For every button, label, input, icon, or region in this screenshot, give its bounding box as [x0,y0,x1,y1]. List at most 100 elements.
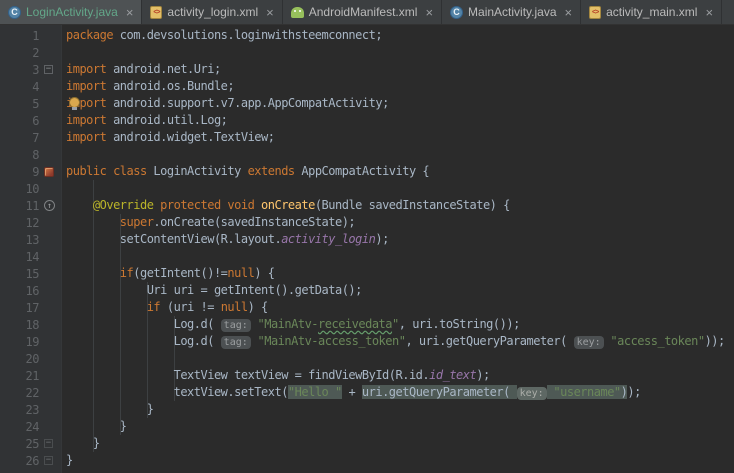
tab-close-icon[interactable]: × [565,6,573,19]
line-number[interactable]: 18 [0,318,44,332]
line-number[interactable]: 13 [0,233,44,247]
code-line-13[interactable]: setContentView(R.layout.activity_login); [66,231,734,248]
code-token: setContentView(R.layout. [66,232,282,246]
tab-close-icon[interactable]: × [705,6,713,19]
line-number[interactable]: 10 [0,182,44,196]
tab-close-icon[interactable]: × [425,6,433,19]
code-area[interactable]: package com.devsolutions.loginwithsteemc… [62,25,734,473]
line-number[interactable]: 20 [0,352,44,366]
code-line-21[interactable]: TextView textView = findViewById(R.id.id… [66,367,734,384]
line-number[interactable]: 1 [0,29,44,43]
gutter-icon-slot: ↑ [44,197,61,214]
tab-close-icon[interactable]: × [266,6,274,19]
code-line-1[interactable]: package com.devsolutions.loginwithsteemc… [66,27,734,44]
gutter-row: 5 [0,95,61,112]
code-token: id_text [429,368,477,382]
gutter-icon-slot [44,27,61,44]
tab-androidmanifest-xml[interactable]: AndroidManifest.xml × [283,0,443,24]
code-line-20[interactable] [66,350,734,367]
line-number[interactable]: 25 [0,437,44,451]
line-number[interactable]: 24 [0,420,44,434]
code-line-26[interactable]: } [66,452,734,469]
line-number[interactable]: 5 [0,97,44,111]
gutter-row: 21 [0,367,61,384]
fold-collapse-icon[interactable]: − [44,65,53,74]
gutter-icon-slot [44,231,61,248]
line-number[interactable]: 17 [0,301,44,315]
line-number[interactable]: 8 [0,148,44,162]
gutter-icon-slot [44,163,61,180]
code-token: } [66,419,127,433]
line-number[interactable]: 14 [0,250,44,264]
line-number[interactable]: 9 [0,165,44,179]
code-line-10[interactable] [66,180,734,197]
tab-label: activity_login.xml [167,5,259,19]
tab-mainactivity-java[interactable]: C MainActivity.java × [442,0,582,24]
code-line-9[interactable]: public class LoginActivity extends AppCo… [66,163,734,180]
gutter-row: 25− [0,435,61,452]
line-number[interactable]: 16 [0,284,44,298]
code-token: if [146,300,167,314]
code-line-11[interactable]: @Override protected void onCreate(Bundle… [66,197,734,214]
intention-bulb-icon[interactable] [68,97,80,110]
line-number[interactable]: 7 [0,131,44,145]
code-token: super [119,215,154,229]
line-number[interactable]: 12 [0,216,44,230]
tab-loginactivity-java[interactable]: C LoginActivity.java × [0,0,143,24]
code-line-27[interactable] [66,469,734,473]
code-token: } [66,402,154,416]
line-number[interactable]: 26 [0,454,44,468]
fold-end-icon[interactable]: − [44,456,53,465]
code-line-25[interactable]: } [66,435,734,452]
code-line-18[interactable]: Log.d( tag: "MainAtv-receivedata", uri.t… [66,316,734,333]
line-number[interactable]: 15 [0,267,44,281]
line-number[interactable]: 2 [0,46,44,60]
tab-label: AndroidManifest.xml [308,5,418,19]
overrides-method-icon[interactable]: ↑ [44,200,55,211]
code-line-23[interactable]: } [66,401,734,418]
tab-activity-main-xml[interactable]: <> activity_main.xml × [581,0,723,24]
line-number[interactable]: 4 [0,80,44,94]
line-number[interactable]: 6 [0,114,44,128]
code-line-8[interactable] [66,146,734,163]
code-token: LoginActivity [153,164,248,178]
fold-end-icon[interactable]: − [44,439,53,448]
code-line-12[interactable]: super.onCreate(savedInstanceState); [66,214,734,231]
code-line-17[interactable]: if (uri != null) { [66,299,734,316]
code-line-24[interactable]: } [66,418,734,435]
code-line-7[interactable]: import android.widget.TextView; [66,129,734,146]
code-token: "Hello " [287,385,342,399]
android-file-icon [290,6,304,18]
gutter-marker-icon[interactable] [44,166,54,177]
code-line-16[interactable]: Uri uri = getIntent().getData(); [66,282,734,299]
line-number[interactable]: 19 [0,335,44,349]
code-line-15[interactable]: if(getIntent()!=null) { [66,265,734,282]
tab-close-icon[interactable]: × [126,6,134,19]
code-token: ) { [254,266,275,280]
code-line-6[interactable]: import android.util.Log; [66,112,734,129]
code-line-4[interactable]: import android.os.Bundle; [66,78,734,95]
code-line-19[interactable]: Log.d( tag: "MainAtv-access_token", uri.… [66,333,734,350]
code-line-2[interactable] [66,44,734,61]
line-number[interactable]: 23 [0,403,44,417]
code-line-5[interactable]: import android.support.v7.app.AppCompatA… [66,95,734,112]
gutter-row: 11 ↑ [0,197,61,214]
code-line-14[interactable] [66,248,734,265]
gutter-row: 23 [0,401,61,418]
line-number[interactable]: 21 [0,369,44,383]
gutter-icon-slot [44,401,61,418]
code-token: ); [627,385,641,399]
code-line-3[interactable]: import android.net.Uri; [66,61,734,78]
code-token: ); [476,368,490,382]
code-token: TextView textView = findViewById(R.id. [66,368,430,382]
gutter-icon-slot: − [44,435,61,452]
tab-activity-login-xml[interactable]: <> activity_login.xml × [142,0,283,24]
code-line-22[interactable]: textView.setText("Hello " + uri.getQuery… [66,384,734,401]
code-token: ) { [247,300,269,314]
code-token: android.util.Log; [113,113,228,127]
line-number[interactable]: 11 [0,199,44,213]
line-number[interactable]: 22 [0,386,44,400]
java-class-file-icon: C [450,5,464,19]
line-number[interactable]: 3 [0,63,44,77]
